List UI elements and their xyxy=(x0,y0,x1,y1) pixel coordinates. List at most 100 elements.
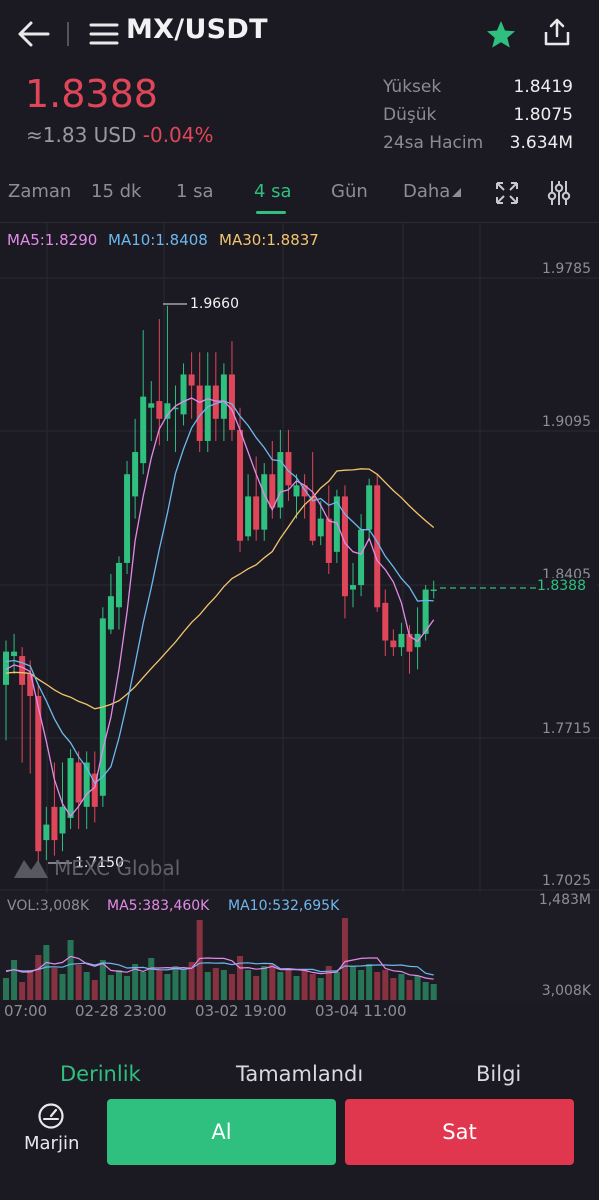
share-icon[interactable] xyxy=(540,16,574,50)
volume-bar xyxy=(91,980,98,1000)
candle xyxy=(124,460,131,575)
tab-1h[interactable]: 1 sa xyxy=(176,181,214,202)
usd-equivalent: ≈1.83 USD -0.04% xyxy=(26,123,214,147)
vol-min-label: 3,008K xyxy=(541,983,591,999)
volume-bar xyxy=(277,972,284,1000)
x-tick-label: 03-02 19:00 xyxy=(195,1002,287,1020)
gauge-icon[interactable] xyxy=(36,1101,66,1131)
volume-bar xyxy=(164,974,171,1000)
chart-grid xyxy=(0,223,599,1000)
candle xyxy=(366,478,373,541)
volume-bar xyxy=(350,966,357,1000)
candle xyxy=(140,330,147,475)
volume-bar xyxy=(390,978,397,1000)
sell-button[interactable]: Sat xyxy=(345,1099,574,1165)
volume-bar xyxy=(406,980,413,1000)
volume-bar xyxy=(414,976,421,1000)
stat-value-low: 1.8075 xyxy=(513,105,573,125)
vol-ma5-legend: MA5:383,460K xyxy=(107,898,210,914)
tab-4h[interactable]: 4 sa xyxy=(254,181,292,202)
fullscreen-icon[interactable] xyxy=(494,180,520,206)
indicator-settings-icon[interactable] xyxy=(545,179,573,207)
ma30-legend: MA30:1.8837 xyxy=(219,231,319,249)
candle xyxy=(398,622,405,657)
x-tick-label: 07:00 xyxy=(4,1002,48,1020)
candle xyxy=(172,385,179,453)
y-tick-label: 1.7715 xyxy=(542,721,591,737)
candle xyxy=(19,647,26,763)
back-arrow-icon[interactable] xyxy=(14,14,54,54)
candle xyxy=(422,585,429,641)
candle xyxy=(228,341,235,441)
stat-label-high: Yüksek xyxy=(383,77,442,97)
candle xyxy=(180,363,187,426)
top-bar: MX/USDT xyxy=(0,0,599,66)
last-price: 1.8388 xyxy=(25,72,158,116)
volume-bar xyxy=(301,970,308,1000)
candle xyxy=(11,633,18,674)
ma10-legend: MA10:1.8408 xyxy=(108,231,208,249)
volume-bar xyxy=(75,965,82,1000)
candle xyxy=(212,352,219,441)
candle xyxy=(390,629,397,657)
candle xyxy=(188,352,195,419)
volume-bar xyxy=(382,970,389,1000)
vol-max-label: 1,483M xyxy=(538,892,591,908)
stat-label-low: Düşük xyxy=(383,105,437,125)
volume-bar xyxy=(196,920,203,1000)
candle xyxy=(43,806,50,861)
usd-price: ≈1.83 USD xyxy=(26,123,137,147)
tab-zaman[interactable]: Zaman xyxy=(8,181,71,202)
more-caret-icon xyxy=(452,188,462,197)
current-price-tag: 1.8388 xyxy=(537,578,597,598)
price-change: -0.04% xyxy=(142,123,214,147)
candle xyxy=(382,589,389,657)
volume-bar xyxy=(35,955,42,1000)
volume-bar xyxy=(19,982,26,1000)
y-tick-label: 1.9785 xyxy=(542,261,591,277)
tab-info[interactable]: Bilgi xyxy=(476,1062,521,1086)
volume-bar xyxy=(180,970,187,1000)
volume-bar xyxy=(398,974,405,1000)
candle xyxy=(83,751,90,830)
volume-bar xyxy=(59,974,66,1000)
tab-15m[interactable]: 15 dk xyxy=(91,181,141,202)
candle xyxy=(333,489,340,563)
candle xyxy=(115,556,122,630)
active-tab-indicator xyxy=(256,211,286,214)
candle xyxy=(317,500,324,546)
menu-icon[interactable] xyxy=(88,18,120,50)
watermark: MEXC Global xyxy=(54,856,181,880)
margin-label[interactable]: Marjin xyxy=(24,1133,79,1154)
stat-label-volume: 24sa Hacim xyxy=(383,133,484,153)
vol-legend: VOL:3,008K xyxy=(7,898,90,914)
volume-bar xyxy=(358,970,365,1000)
candle xyxy=(358,514,365,597)
y-tick-label: 1.9095 xyxy=(542,414,591,430)
y-tick-label: 1.7025 xyxy=(542,873,591,889)
candle xyxy=(3,640,9,741)
volume-bar xyxy=(212,968,219,1000)
volume-bar xyxy=(366,964,373,1000)
stat-value-high: 1.8419 xyxy=(513,77,573,97)
volume-bar xyxy=(245,970,252,1000)
volume-bar xyxy=(285,970,292,1000)
candle xyxy=(204,352,211,453)
candle xyxy=(277,429,284,519)
candle xyxy=(75,751,82,830)
tab-completed[interactable]: Tamamlandı xyxy=(236,1062,363,1086)
volume-bar xyxy=(204,972,211,1000)
volume-bar xyxy=(140,972,147,1000)
tab-day[interactable]: Gün xyxy=(331,181,368,202)
favorite-star-icon[interactable] xyxy=(484,18,518,52)
trading-pair-title[interactable]: MX/USDT xyxy=(126,14,268,45)
buy-button[interactable]: Al xyxy=(107,1099,336,1165)
volume-bar xyxy=(67,940,74,1000)
volume-bar xyxy=(83,972,90,1000)
volume-bar xyxy=(422,982,429,1000)
volume-bar xyxy=(309,974,316,1000)
tab-more[interactable]: Daha xyxy=(403,181,462,202)
volume-bar xyxy=(293,976,300,1000)
mexc-logo-icon xyxy=(14,860,48,878)
tab-depth[interactable]: Derinlik xyxy=(60,1062,141,1086)
